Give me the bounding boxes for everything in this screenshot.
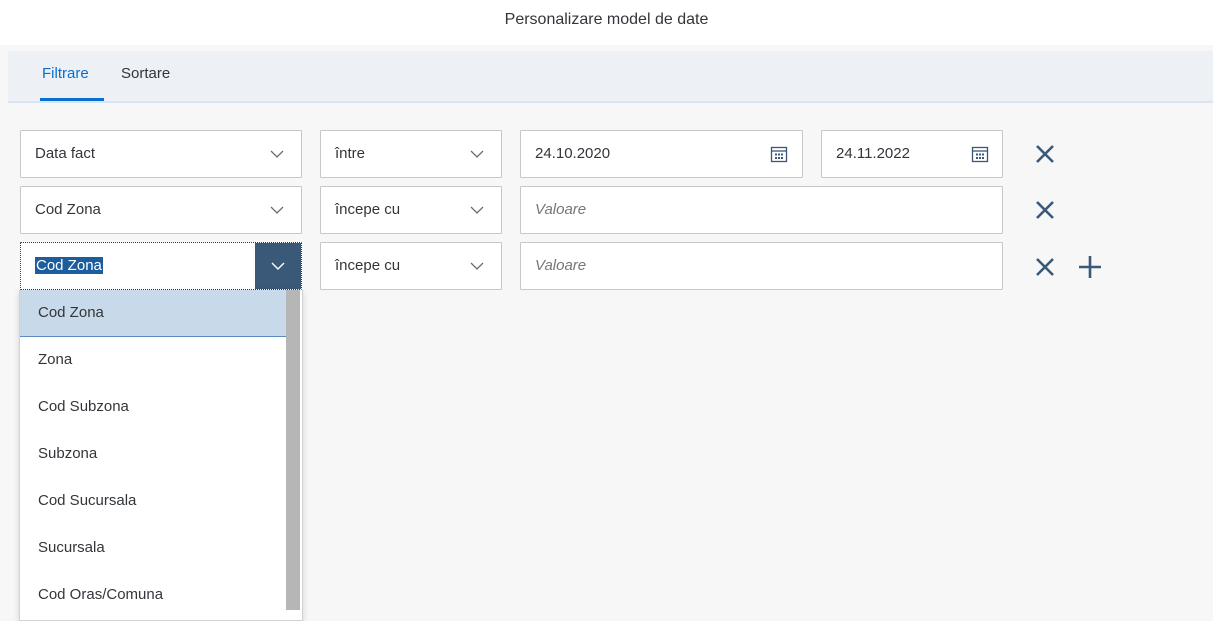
filter-3-field-select[interactable]: Cod Zona [20,242,302,290]
chevron-down-icon [270,147,284,161]
filter-3-operator-select[interactable]: începe cu [320,242,502,290]
plus-icon [1079,256,1101,278]
filter-1-field-select[interactable]: Data fact [20,130,302,178]
chevron-down-icon [470,147,484,161]
chevron-down-icon [470,259,484,273]
filter-2-field-select[interactable]: Cod Zona [20,186,302,234]
chevron-down-icon [270,203,284,217]
filter-1-date-to[interactable]: 24.11.2022 [821,130,1003,178]
filter-1-date-to-value: 24.11.2022 [836,145,910,162]
tab-filtrare[interactable]: Filtrare [42,51,89,101]
calendar-icon[interactable] [971,145,989,163]
dropdown-item-cod-subzona[interactable]: Cod Subzona [20,384,288,431]
active-tab-indicator [40,98,104,101]
dialog-header: Personalizare model de date [0,0,1213,45]
filter-1-operator-value: între [335,145,366,162]
dialog-title: Personalizare model de date [504,11,709,28]
filter-2-field-value: Cod Zona [35,201,101,218]
filter-3-remove-button[interactable] [1032,254,1058,280]
dropdown-item-zona[interactable]: Zona [20,337,288,384]
dropdown-item-subzona[interactable]: Subzona [20,431,288,478]
chevron-down-icon [470,203,484,217]
filter-2-remove-button[interactable] [1032,197,1058,223]
close-icon [1036,145,1054,163]
filter-2-operator-select[interactable]: începe cu [320,186,502,234]
filter-1-remove-button[interactable] [1032,141,1058,167]
filter-1-field-value: Data fact [35,145,96,162]
close-icon [1036,201,1054,219]
tab-bar: Filtrare Sortare [8,51,1213,103]
filter-3-field-selected-text: Cod Zona [35,257,103,274]
filter-2-value-input[interactable]: Valoare [520,186,1003,234]
add-filter-button[interactable] [1077,254,1103,280]
filter-2-value-placeholder: Valoare [535,201,587,218]
chevron-down-icon [271,262,285,270]
calendar-icon[interactable] [770,145,788,163]
filter-1-date-from[interactable]: 24.10.2020 [520,130,803,178]
dropdown-item-sucursala[interactable]: Sucursala [20,525,288,572]
dropdown-item-cod-sucursala[interactable]: Cod Sucursala [20,478,288,525]
filter-3-value-placeholder: Valoare [535,257,587,274]
filter-3-operator-value: începe cu [335,257,401,274]
dropdown-item-cod-zona[interactable]: Cod Zona [20,290,288,337]
dropdown-toggle-button[interactable] [255,243,301,289]
field-dropdown-list: Cod Zona Zona Cod Subzona Subzona Cod Su… [19,290,303,621]
filter-2-operator-value: începe cu [335,201,401,218]
close-icon [1036,258,1054,276]
dropdown-scrollbar[interactable] [286,290,300,610]
filter-1-operator-select[interactable]: între [320,130,502,178]
filter-1-date-from-value: 24.10.2020 [535,145,611,162]
filter-3-value-input[interactable]: Valoare [520,242,1003,290]
tab-sortare[interactable]: Sortare [121,51,170,101]
dropdown-item-cod-oras-comuna[interactable]: Cod Oras/Comuna [20,572,288,619]
filter-3-field-value: Cod Zona [35,243,103,289]
